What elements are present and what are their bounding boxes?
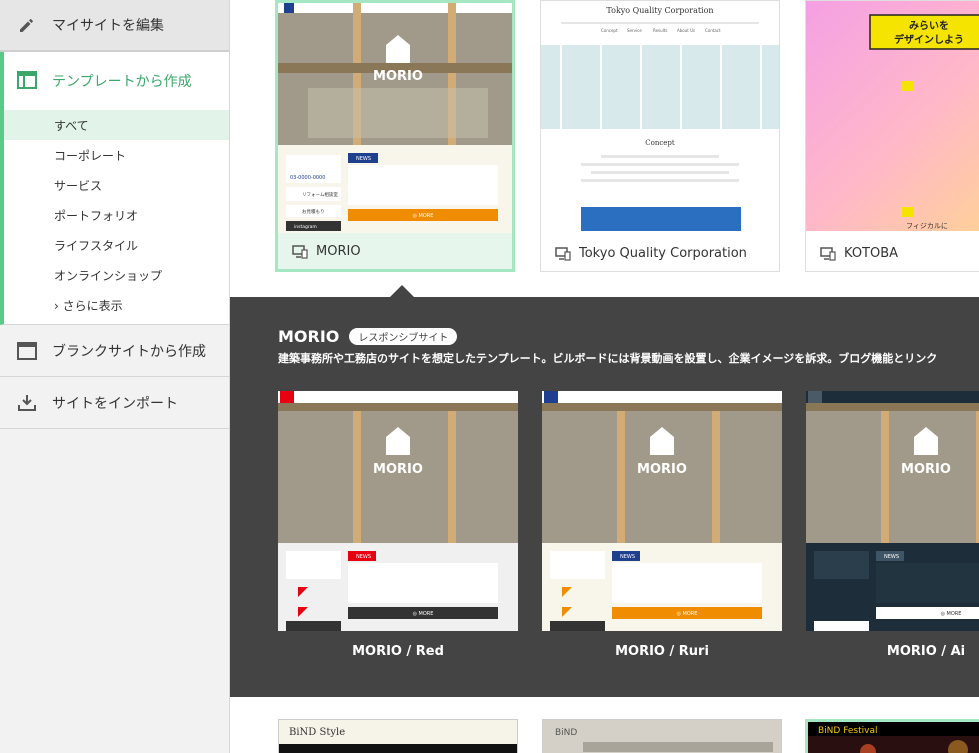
thumb-morio-more: ◎ MORE: [413, 213, 434, 219]
thumb-morio-reform: リフォーム相談室: [302, 191, 338, 198]
variant-red-logo: MORIO: [373, 462, 423, 477]
show-more-link[interactable]: › さらに表示: [4, 290, 229, 324]
category-lifestyle[interactable]: ライフスタイル: [4, 230, 229, 260]
thumb-morio-instagram: instagram: [294, 224, 317, 230]
thumb-morio-phone: 03-0000-0000: [290, 175, 325, 181]
sidebar: マイサイトを編集 テンプレートから作成 すべて コーポレート サービス ポートフ…: [0, 0, 230, 753]
nav-edit-label: マイサイトを編集: [52, 18, 164, 34]
detail-header: MORIO レスポンシブサイト: [278, 327, 458, 346]
variant-red-more: ◎ MORE: [413, 611, 434, 617]
thumb-tqc-nav-3: About Us: [677, 28, 695, 33]
variant-thumbnail-ruri: MORIO NEWS ◎ MORE: [542, 391, 782, 631]
variant-name-red: MORIO / Red: [352, 644, 444, 659]
detail-title: MORIO: [278, 327, 340, 346]
template-thumbnail-morio: MORIO 03-0000-0000 リフォーム相談室 お見積もり instag…: [278, 3, 512, 233]
template-thumbnail-kotoba: みらいを デザインしよう フィジカルに: [806, 1, 979, 231]
variant-name-ai: MORIO / Ai: [886, 644, 966, 659]
variant-ai-news: NEWS: [884, 554, 899, 560]
template-name-morio: MORIO: [316, 244, 361, 259]
category-portfolio[interactable]: ポートフォリオ: [4, 200, 229, 230]
thumb-bind-gray: BiND: [555, 728, 577, 738]
thumb-tqc-nav-1: Service: [627, 28, 642, 33]
responsive-badge: レスポンシブサイト: [349, 328, 458, 345]
nav-template-section: テンプレートから作成 すべて コーポレート サービス ポートフォリオ ライフスタ…: [0, 52, 229, 325]
nav-template-label: テンプレートから作成: [52, 74, 192, 90]
category-corporate[interactable]: コーポレート: [4, 140, 229, 170]
template-card-morio[interactable]: MORIO 03-0000-0000 リフォーム相談室 お見積もり instag…: [275, 0, 515, 272]
template-detail-panel: MORIO レスポンシブサイト 建築事務所や工務店のサイトを想定したテンプレート…: [230, 297, 979, 697]
responsive-monitor-icon: [820, 246, 836, 261]
variant-red-news: NEWS: [356, 554, 371, 560]
nav-edit-my-site[interactable]: マイサイトを編集: [0, 0, 229, 52]
template-label-morio: MORIO: [292, 244, 361, 259]
thumb-kotoba-banner-2: デザインしよう: [894, 33, 964, 46]
variant-thumbnail-ai: MORIO NEWS ◎ MORE: [806, 391, 979, 631]
variant-ruri-more: ◎ MORE: [677, 611, 698, 617]
variant-ai-logo: MORIO: [901, 462, 951, 477]
thumb-morio-logo: MORIO: [373, 69, 423, 84]
thumb-kotoba-footer: フィジカルに: [906, 222, 948, 230]
pencil-icon: [17, 15, 37, 35]
template-thumbnail-tokyo-quality: Tokyo Quality Corporation Concept Servic…: [541, 1, 779, 231]
thumb-bind-festival: BiND Festival: [818, 726, 877, 736]
variant-thumbnail-red: MORIO NEWS ◎ MORE: [278, 391, 518, 631]
category-service[interactable]: サービス: [4, 170, 229, 200]
variant-card-ai[interactable]: MORIO NEWS ◎ MORE MORIO / Ai: [806, 391, 979, 659]
template-card-bind-style[interactable]: BiND Style: [278, 719, 518, 753]
detail-description: 建築事務所や工務店のサイトを想定したテンプレート。ビルボードには背景動画を設置し…: [278, 352, 938, 365]
template-card-tokyo-quality[interactable]: Tokyo Quality Corporation Concept Servic…: [540, 0, 780, 272]
template-card-bind-festival[interactable]: BiND Festival: [805, 719, 979, 753]
thumb-tqc-nav-0: Concept: [601, 28, 618, 33]
template-name-tokyo-quality: Tokyo Quality Corporation: [579, 246, 747, 261]
thumb-morio-estimate: お見積もり: [302, 208, 325, 215]
responsive-monitor-icon: [555, 246, 571, 261]
detail-pointer: [390, 285, 414, 297]
template-card-bind-gray[interactable]: BiND: [542, 719, 782, 753]
thumb-tqc-nav-4: Contact: [705, 28, 721, 33]
variant-card-red[interactable]: MORIO NEWS ◎ MORE MORIO / Red: [278, 391, 518, 659]
category-all[interactable]: すべて: [4, 110, 229, 140]
template-label-kotoba: KOTOBA: [820, 246, 898, 261]
thumb-kotoba-banner-1: みらいを: [909, 20, 949, 32]
main-area: MORIO 03-0000-0000 リフォーム相談室 お見積もり instag…: [230, 0, 979, 753]
download-icon: [17, 393, 37, 413]
responsive-monitor-icon: [292, 244, 308, 259]
nav-import-label: サイトをインポート: [52, 395, 178, 412]
template-card-kotoba[interactable]: みらいを デザインしよう フィジカルに KOTOBA: [805, 0, 979, 272]
nav-import-site[interactable]: サイトをインポート: [0, 377, 229, 429]
template-name-kotoba: KOTOBA: [844, 246, 899, 261]
thumb-tqc-nav-2: Results: [653, 28, 667, 33]
thumb-tqc-title: Tokyo Quality Corporation: [606, 6, 713, 15]
variant-ai-more: ◎ MORE: [941, 611, 962, 617]
variant-card-ruri[interactable]: MORIO NEWS ◎ MORE MORIO / Ruri: [542, 391, 782, 659]
nav-create-from-template[interactable]: テンプレートから作成: [4, 52, 229, 110]
thumb-tqc-concept: Concept: [645, 139, 675, 147]
variant-ruri-news: NEWS: [620, 554, 635, 560]
blank-window-icon: [17, 341, 37, 361]
template-label-tokyo-quality: Tokyo Quality Corporation: [555, 246, 747, 261]
layout-icon: [17, 71, 37, 91]
nav-blank-label: ブランクサイトから作成: [52, 343, 206, 360]
variant-ruri-logo: MORIO: [637, 462, 687, 477]
thumb-bind-style: BiND Style: [289, 727, 345, 738]
nav-create-blank[interactable]: ブランクサイトから作成: [0, 325, 229, 377]
variant-name-ruri: MORIO / Ruri: [615, 644, 709, 659]
thumb-morio-news: NEWS: [356, 156, 371, 162]
category-online-shop[interactable]: オンラインショップ: [4, 260, 229, 290]
